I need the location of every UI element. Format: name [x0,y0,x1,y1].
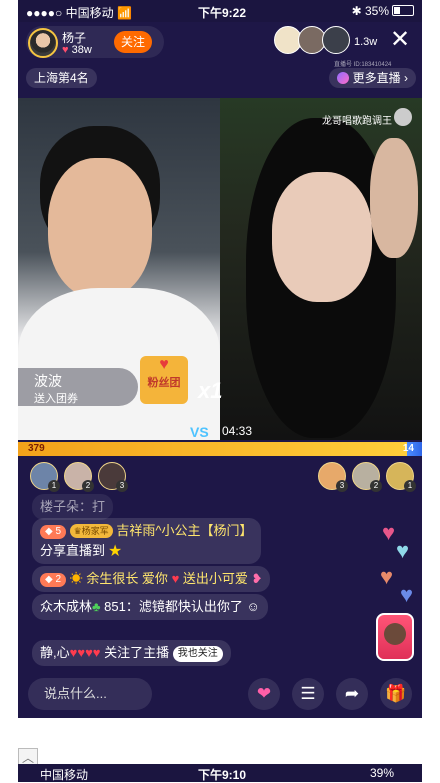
top-bar: 杨子 ♥ 38w 关注 1.3w ✕ 直播号 ID:183410424 [18,22,422,68]
pk-score-bar: 379 14 [18,442,422,456]
pk-rank-card[interactable] [376,613,414,661]
fan-tag: 杨家军 [81,526,109,536]
comment-input[interactable]: 说点什么... [28,678,152,710]
chat-message: ◆ 5 ♛杨家军 吉祥雨^小公主【杨门】 分享直播到 ★ [32,518,304,564]
carrier-label: 中国移动 [65,6,114,20]
rank-row: 上海第4名 更多直播 › [18,66,422,90]
more-live-button[interactable]: 更多直播 › [328,68,416,88]
heart-icon: ♥ [171,571,180,586]
clover-icon: ♣ [92,599,101,614]
status-bar: 中国移动 下午9:10 39% [18,764,422,782]
diamond-icon: ◆ [45,574,53,585]
chat-text: 关注了主播 [104,645,170,660]
chat-text: 851：滤镜都快认出你了 [104,599,243,614]
supporter-avatar[interactable]: 2 [352,462,382,492]
floating-hearts: ♥ ♥ ♥ ♥ [370,520,420,610]
chat-message: ◆ 2 ☀ 余生很长 爱你 ♥ 送出小可爱 ❥ [32,566,271,592]
also-follow-button[interactable]: 我也关注 [172,646,223,662]
status-bar: ●●●●○ 中国移动 📶 下午9:22 ✱ 35% [18,0,422,22]
host-likes: 38w [71,44,92,56]
user-level: 5 [55,526,62,537]
share-icon[interactable]: ➦ [336,678,368,710]
diamond-icon: ◆ [45,526,53,537]
user-level: 2 [55,574,62,585]
heart-icon: ♥ [380,564,394,589]
supporter-avatar[interactable]: 3 [98,462,128,492]
wifi-icon: 📶 [116,6,132,20]
battery-percent: 39% [369,766,394,780]
chat-message: 静,心♥♥♥♥ 关注了主播 我也关注 [32,640,231,666]
chat-message: 众木成林♣ 851：滤镜都快认出你了 ☺ [32,594,304,620]
sun-icon: ☀ [69,571,83,586]
chat-user: 余生很长 爱你 [86,571,168,586]
next-screenshot-strip: ︿ 中国移动 下午9:10 39% [0,742,440,782]
pk-score-left-fill [18,442,407,456]
pk-score-right: 14 [402,443,414,454]
chat-user: 吉祥雨^小公主【杨门】 [116,523,253,538]
pk-timer: 04:33 [222,424,253,438]
vs-icon: VS [190,424,209,440]
clock: 下午9:10 [198,768,247,782]
host-info[interactable]: 杨子 ♥ 38w 关注 [26,26,164,58]
heart-icon: ♥♥♥♥ [69,645,101,660]
bottom-bar: 说点什么... ❤ ☰ ➦ 🎁 [18,674,422,714]
chat-message: 楼子朵：打 [32,494,114,520]
clock: 下午9:22 [198,6,247,20]
heart-gift-icon[interactable]: ❤ [248,678,280,710]
signal-icon: ●●●●○ [26,6,63,20]
carrier-label: 中国移动 [40,768,89,782]
heart-icon: ♥ [382,520,396,545]
city-rank-badge[interactable]: 上海第4名 [26,68,97,88]
supporter-avatar[interactable]: 3 [318,462,348,492]
menu-icon[interactable]: ☰ [292,678,324,710]
host-avatar[interactable] [28,28,58,58]
smile-emoji-icon: ☺ [246,599,260,614]
supporter-avatar[interactable]: 2 [64,462,94,492]
multiplier-label: x1 [198,378,223,403]
chat-text: 送出小可爱 [182,571,248,586]
live-stream-screen: ●●●●○ 中国移动 📶 下午9:22 ✱ 35% 杨子 ♥ 38w 关注 1.… [18,0,422,718]
heart-icon: ♥ [400,582,414,607]
pk-score-left: 379 [28,443,45,454]
chat-user: 众木成林 [40,599,93,614]
chat-text: 分享直播到 [40,543,106,558]
chat-text: 打 [92,499,106,514]
heart-icon: ♥ [396,538,410,563]
viewer-avatar[interactable] [322,26,350,54]
chat-user: 静,心 [40,645,70,660]
battery-percent: 35% [364,4,389,18]
gift-icon[interactable]: 🎁 [380,678,412,710]
chat-user: 楼子朵： [40,499,93,514]
close-icon[interactable]: ✕ [388,28,412,52]
live-icon [336,72,349,84]
supporter-avatar[interactable]: 1 [30,462,60,492]
viewer-count[interactable]: 1.3w [354,36,377,48]
bluetooth-icon: ✱ [351,4,362,18]
supporter-avatar[interactable]: 1 [386,462,416,492]
star-icon: ★ [108,543,122,558]
battery-icon [392,5,414,16]
follow-button[interactable]: 关注 [114,31,152,53]
heart-icon: ♥ [62,44,69,56]
gift-heart-icon: ❥ [251,571,263,586]
chevron-right-icon: › [404,71,408,85]
crown-icon: ♛ [73,526,82,536]
